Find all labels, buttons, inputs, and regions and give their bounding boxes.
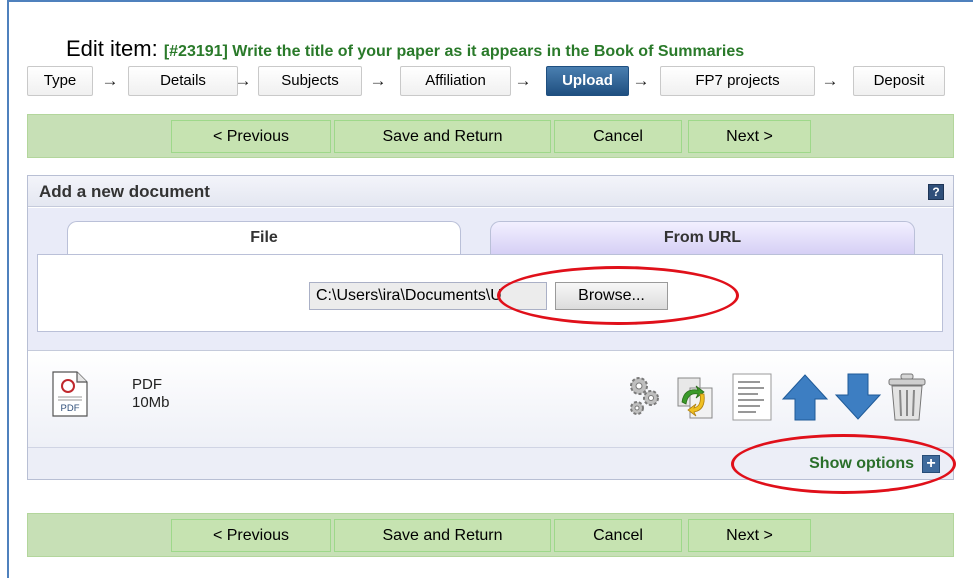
move-up-icon[interactable] (780, 372, 830, 422)
tab-from-url[interactable]: From URL (490, 221, 915, 254)
upload-tabs: File From URL C:\Users\ira\Documents\U B… (28, 208, 953, 351)
step-fp7-projects[interactable]: FP7 projects (660, 66, 815, 96)
next-button[interactable]: Next > (688, 519, 811, 552)
save-and-return-button[interactable]: Save and Return (334, 519, 551, 552)
step-deposit[interactable]: Deposit (853, 66, 945, 96)
frame-left-border (7, 0, 9, 578)
panel-title: Add a new document (39, 182, 210, 201)
step-subjects[interactable]: Subjects (258, 66, 362, 96)
highlight-ellipse-browse (497, 266, 739, 325)
step-arrow-icon: → (234, 71, 252, 90)
step-arrow-icon: → (821, 71, 839, 90)
step-type[interactable]: Type (27, 66, 93, 96)
next-button[interactable]: Next > (688, 120, 811, 153)
gears-icon[interactable] (625, 372, 663, 422)
panel-header: Add a new document ? (28, 176, 953, 207)
top-nav-bar: < Previous Save and Return Cancel Next > (27, 114, 954, 158)
document-type: PDF (132, 376, 162, 393)
save-and-return-button[interactable]: Save and Return (334, 120, 551, 153)
tab-file[interactable]: File (67, 221, 461, 254)
title-prefix: Edit item: (66, 36, 164, 61)
step-affiliation[interactable]: Affiliation (400, 66, 511, 96)
cancel-button[interactable]: Cancel (554, 120, 682, 153)
step-arrow-icon: → (514, 71, 532, 90)
page-title: Edit item: [#23191] Write the title of y… (66, 36, 744, 62)
step-arrow-icon: → (101, 71, 119, 90)
document-row: PDF PDF 10Mb (28, 352, 953, 447)
document-details-icon[interactable] (730, 372, 774, 422)
file-tab-content: C:\Users\ira\Documents\U Browse... (37, 254, 943, 332)
pdf-icon-label: PDF (61, 403, 80, 414)
step-upload[interactable]: Upload (546, 66, 629, 96)
item-title: [#23191] Write the title of your paper a… (163, 43, 745, 60)
frame-top-border (7, 0, 973, 2)
pdf-file-icon: PDF (52, 371, 88, 417)
window: Edit item: [#23191] Write the title of y… (0, 0, 973, 578)
highlight-ellipse-show-options (731, 434, 956, 494)
step-details[interactable]: Details (128, 66, 238, 96)
document-size: 10Mb (132, 394, 170, 411)
bottom-nav-bar: < Previous Save and Return Cancel Next > (27, 513, 954, 557)
cancel-button[interactable]: Cancel (554, 519, 682, 552)
step-arrow-icon: → (369, 71, 387, 90)
delete-trash-icon[interactable] (886, 372, 928, 422)
previous-button[interactable]: < Previous (171, 120, 331, 153)
help-icon[interactable]: ? (928, 184, 944, 200)
move-down-icon[interactable] (833, 372, 883, 422)
step-arrow-icon: → (632, 71, 650, 90)
previous-button[interactable]: < Previous (171, 519, 331, 552)
convert-document-icon[interactable] (674, 372, 718, 422)
